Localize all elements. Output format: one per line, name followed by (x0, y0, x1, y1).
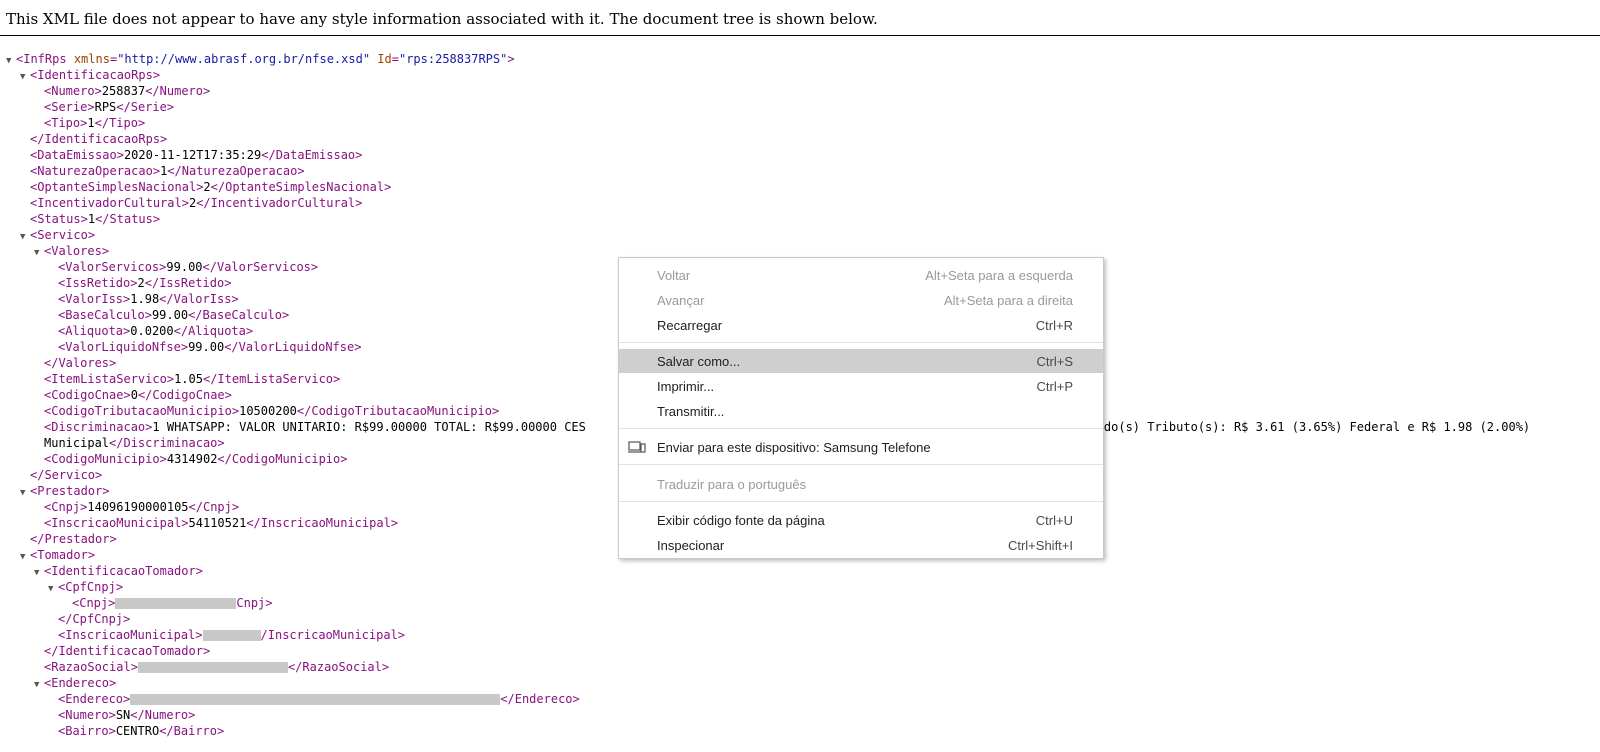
menu-item-print[interactable]: Imprimir... Ctrl+P (619, 374, 1103, 398)
context-menu: Voltar Alt+Seta para a esquerda Avançar … (618, 257, 1104, 559)
tree-line: </IdentificacaoRps> (30, 132, 168, 146)
collapse-triangle-icon[interactable]: ▼ (20, 485, 30, 501)
tree-line: ▼ <Servico> (6, 227, 1600, 243)
tree-line: </IdentificacaoTomador> (44, 644, 211, 658)
tree-line: ▼ <IdentificacaoTomador> (6, 563, 1600, 579)
tree-line: <Numero>258837</Numero> (44, 84, 211, 98)
menu-separator (619, 428, 1103, 429)
tree-line: <NaturezaOperacao>1</NaturezaOperacao> (30, 164, 305, 178)
tree-line: </CpfCnpj> (58, 612, 131, 626)
redacted-block (115, 598, 237, 609)
menu-separator (619, 342, 1103, 343)
tree-line: <Serie>RPS</Serie> (44, 100, 175, 114)
tree-line: <RazaoSocial> </RazaoSocial> (44, 660, 390, 674)
menu-item-view-source[interactable]: Exibir código fonte da página Ctrl+U (619, 508, 1103, 532)
collapse-triangle-icon[interactable]: ▼ (34, 565, 44, 581)
collapse-triangle-icon[interactable]: ▼ (34, 245, 44, 261)
tree-line: <InscricaoMunicipal>/InscricaoMunicipal> (58, 628, 406, 642)
redacted-block (130, 694, 501, 705)
collapse-triangle-icon[interactable]: ▼ (20, 69, 30, 85)
tree-line: ▼ <InfRps xmlns="http://www.abrasf.org.br… (6, 51, 1600, 67)
tree-line: <Cnpj> Cnpj> (72, 596, 273, 610)
tree-line: <Numero>SN</Numero> (58, 708, 196, 722)
menu-item-reload[interactable]: Recarregar Ctrl+R (619, 313, 1103, 337)
menu-separator (619, 464, 1103, 465)
collapse-triangle-icon[interactable]: ▼ (34, 677, 44, 693)
collapse-triangle-icon[interactable]: ▼ (20, 549, 30, 565)
tree-line: <Status>1</Status> (30, 212, 161, 226)
collapse-triangle-icon[interactable]: ▼ (48, 581, 58, 597)
device-icon (628, 441, 646, 453)
menu-item-translate[interactable]: Traduzir para o português (619, 472, 1103, 496)
redacted-block (137, 662, 288, 673)
tree-line: ▼ <IdentificacaoRps> (6, 67, 1600, 83)
tree-line: ▼ <Endereco> (6, 675, 1600, 691)
tree-line: ▼ <CpfCnpj> (6, 579, 1600, 595)
menu-item-send-to-device[interactable]: Enviar para este dispositivo: Samsung Te… (619, 435, 1103, 459)
menu-item-forward[interactable]: Avançar Alt+Seta para a direita (619, 288, 1103, 312)
menu-item-cast[interactable]: Transmitir... (619, 399, 1103, 423)
redacted-block (202, 630, 261, 641)
tree-line: <Endereco> </Endereco> (58, 692, 580, 706)
tree-line: <Bairro>CENTRO</Bairro> (58, 724, 225, 738)
menu-separator (619, 501, 1103, 502)
menu-item-back[interactable]: Voltar Alt+Seta para a esquerda (619, 263, 1103, 287)
tree-line: <DataEmissao>2020-11-12T17:35:29</DataEm… (30, 148, 363, 162)
tree-line: <IncentivadorCultural>2</IncentivadorCul… (30, 196, 363, 210)
collapse-triangle-icon[interactable]: ▼ (6, 53, 16, 69)
menu-item-inspect[interactable]: Inspecionar Ctrl+Shift+I (619, 533, 1103, 557)
tree-line: <Tipo>1</Tipo> (44, 116, 146, 130)
tree-line: <OptanteSimplesNacional>2</OptanteSimple… (30, 180, 392, 194)
menu-item-save-as[interactable]: Salvar como... Ctrl+S (619, 349, 1103, 373)
xml-style-notice: This XML file does not appear to have an… (0, 0, 1600, 36)
collapse-triangle-icon[interactable]: ▼ (20, 229, 30, 245)
